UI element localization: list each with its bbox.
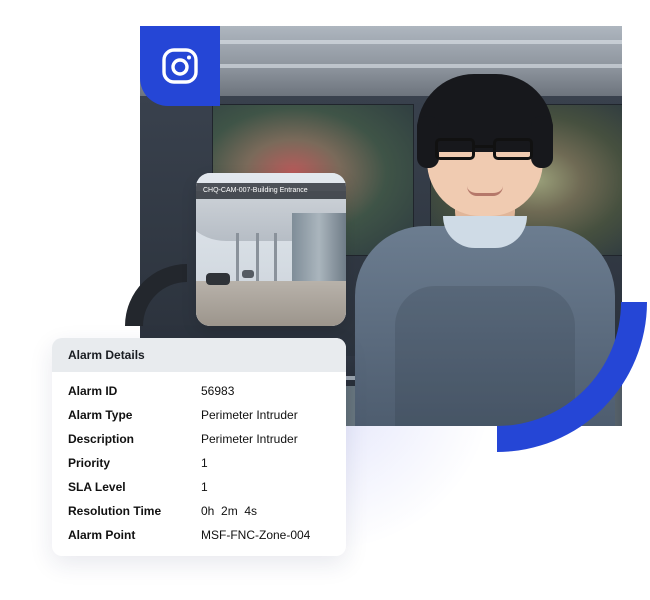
alarm-row-key: Resolution Time — [68, 504, 162, 518]
alarm-row-description: Description Perimeter Intruder — [52, 432, 346, 456]
operator-mouth — [467, 186, 503, 196]
alarm-row-value: 0h 2m 4s — [201, 504, 258, 518]
alarm-row-id: Alarm ID 56983 — [52, 384, 346, 408]
alarm-row-priority: Priority 1 — [52, 456, 346, 480]
blue-arc-decoration — [497, 302, 647, 452]
alarm-row-key: Alarm ID — [68, 384, 118, 398]
alarm-row-value: Perimeter Intruder — [201, 432, 298, 446]
feed-car — [206, 273, 230, 285]
glasses-bridge — [473, 145, 495, 148]
feed-car — [242, 270, 254, 278]
alarm-details-title: Alarm Details — [52, 338, 346, 372]
alarm-row-key: Alarm Point — [68, 528, 136, 542]
alarm-row-resolution-time: Resolution Time 0h 2m 4s — [52, 504, 346, 528]
alarm-row-sla-level: SLA Level 1 — [52, 480, 346, 504]
alarm-row-value: MSF-FNC-Zone-004 — [201, 528, 311, 542]
alarm-row-key: SLA Level — [68, 480, 126, 494]
alarm-row-key: Priority — [68, 456, 111, 470]
feed-walkway — [196, 281, 346, 326]
alarm-row-value: 1 — [201, 480, 208, 494]
alarm-row-type: Alarm Type Perimeter Intruder — [52, 408, 346, 432]
glasses-lens — [493, 138, 533, 160]
alarm-row-value: 56983 — [201, 384, 235, 398]
alarm-row-key: Alarm Type — [68, 408, 133, 422]
alarm-row-key: Description — [68, 432, 135, 446]
alarm-row-alarm-point: Alarm Point MSF-FNC-Zone-004 — [52, 528, 346, 552]
camera-feed-label: CHQ-CAM-007-Building Entrance — [196, 183, 346, 199]
operator-glasses — [435, 138, 535, 162]
camera-feed-card[interactable]: CHQ-CAM-007-Building Entrance — [196, 173, 346, 326]
glasses-lens — [435, 138, 475, 160]
camera-icon — [162, 48, 198, 84]
camera-badge — [140, 26, 220, 106]
alarm-details-card: Alarm Details Alarm ID 56983 Alarm Type … — [52, 338, 346, 556]
alarm-details-rows: Alarm ID 56983 Alarm Type Perimeter Intr… — [52, 372, 346, 552]
alarm-row-value: Perimeter Intruder — [201, 408, 298, 422]
alarm-row-value: 1 — [201, 456, 208, 470]
